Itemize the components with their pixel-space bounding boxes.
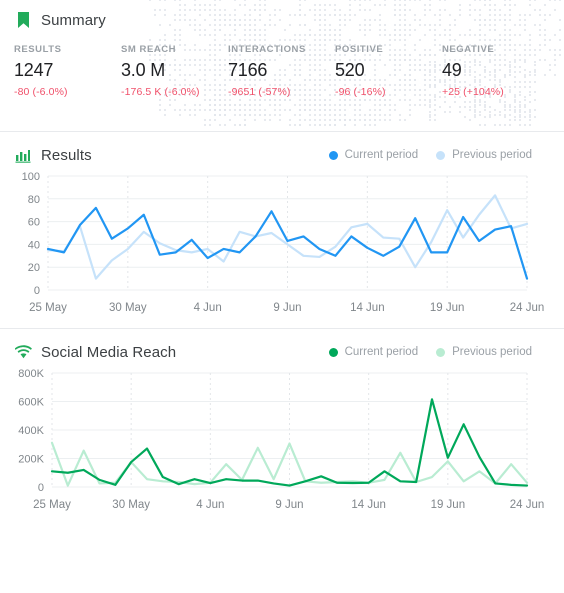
legend-dot-previous (436, 150, 446, 160)
metric-negative: NEGATIVE 49 +25 (+104%) (442, 44, 562, 98)
bar-chart-icon (14, 146, 32, 164)
svg-text:19 Jun: 19 Jun (431, 499, 466, 511)
legend-label-previous: Previous period (452, 149, 532, 161)
reach-header: Social Media Reach Current period Previo… (0, 329, 564, 361)
svg-text:30 May: 30 May (112, 499, 150, 511)
summary-header: Summary (0, 0, 564, 29)
legend-dot-current (328, 150, 338, 160)
legend-item-current[interactable]: Current period (328, 149, 419, 161)
reach-line-chart[interactable]: 0 200K 400K 600K 800K 25 May 30 May 4 Jun 9 Jun 1… (0, 361, 564, 526)
legend-dot-current (328, 347, 338, 357)
svg-text:20: 20 (28, 262, 40, 274)
results-chart-body: 0 20 40 60 80 100 25 May 30 May 4 Jun 9 Jun 14 Jun… (0, 164, 564, 328)
results-legend: Current period Previous period (328, 149, 532, 161)
summary-metrics: RESULTS 1247 -80 (-6.0%) SM REACH 3.0 M … (0, 29, 564, 98)
metric-sm-reach: SM REACH 3.0 M -176.5 K (-6.0%) (121, 44, 228, 98)
metric-label: NEGATIVE (442, 44, 495, 55)
svg-text:4 Jun: 4 Jun (196, 499, 224, 511)
svg-text:14 Jun: 14 Jun (350, 302, 385, 314)
metric-label: INTERACTIONS (228, 44, 306, 55)
svg-text:200K: 200K (18, 454, 44, 466)
svg-text:30 May: 30 May (109, 302, 147, 314)
reach-card: Social Media Reach Current period Previo… (0, 329, 564, 526)
svg-text:9 Jun: 9 Jun (275, 499, 303, 511)
svg-text:60: 60 (28, 217, 40, 229)
metric-label: SM REACH (121, 44, 177, 55)
metric-label: POSITIVE (335, 44, 384, 55)
svg-text:0: 0 (34, 285, 40, 297)
metric-delta: +25 (+104%) (442, 86, 504, 98)
metric-value: 520 (335, 60, 365, 80)
svg-text:80: 80 (28, 194, 40, 206)
svg-text:24 Jun: 24 Jun (510, 302, 545, 314)
svg-text:4 Jun: 4 Jun (194, 302, 222, 314)
svg-text:600K: 600K (18, 397, 44, 409)
dashboard-page: Summary RESULTS 1247 -80 (-6.0%) SM REAC… (0, 0, 564, 593)
svg-text:19 Jun: 19 Jun (430, 302, 465, 314)
svg-text:25 May: 25 May (29, 302, 67, 314)
svg-text:400K: 400K (18, 425, 44, 437)
metric-positive: POSITIVE 520 -96 (-16%) (335, 44, 442, 98)
legend-item-previous[interactable]: Previous period (436, 346, 532, 358)
summary-card: Summary RESULTS 1247 -80 (-6.0%) SM REAC… (0, 0, 564, 131)
reach-chart-body: 0 200K 400K 600K 800K 25 May 30 May 4 Jun 9 Jun 1… (0, 361, 564, 526)
legend-item-current[interactable]: Current period (328, 346, 419, 358)
svg-text:14 Jun: 14 Jun (351, 499, 386, 511)
results-card: Results Current period Previous period 0… (0, 132, 564, 328)
metric-interactions: INTERACTIONS 7166 -9651 (-57%) (228, 44, 335, 98)
svg-text:0: 0 (38, 482, 44, 494)
bookmark-icon (14, 11, 32, 29)
legend-dot-previous (436, 347, 446, 357)
metric-delta: -9651 (-57%) (228, 86, 291, 98)
reach-legend: Current period Previous period (328, 346, 532, 358)
svg-text:800K: 800K (18, 368, 44, 380)
summary-title: Summary (41, 11, 106, 29)
legend-item-previous[interactable]: Previous period (436, 149, 532, 161)
wifi-icon (14, 343, 32, 361)
metric-delta: -80 (-6.0%) (14, 86, 68, 98)
results-header: Results Current period Previous period (0, 132, 564, 164)
svg-text:9 Jun: 9 Jun (273, 302, 301, 314)
results-title: Results (41, 146, 92, 164)
legend-label-previous: Previous period (452, 346, 532, 358)
metric-value: 49 (442, 60, 462, 80)
metric-label: RESULTS (14, 44, 62, 55)
legend-label-current: Current period (344, 149, 419, 161)
svg-text:24 Jun: 24 Jun (510, 499, 545, 511)
svg-text:100: 100 (22, 171, 40, 183)
svg-text:40: 40 (28, 239, 40, 251)
metric-delta: -176.5 K (-6.0%) (121, 86, 200, 98)
svg-text:25 May: 25 May (33, 499, 71, 511)
metric-value: 7166 (228, 60, 268, 80)
metric-results: RESULTS 1247 -80 (-6.0%) (14, 44, 121, 98)
reach-title: Social Media Reach (41, 343, 177, 361)
metric-value: 3.0 M (121, 60, 166, 80)
metric-delta: -96 (-16%) (335, 86, 386, 98)
results-line-chart[interactable]: 0 20 40 60 80 100 25 May 30 May 4 Jun 9 Jun 14 Jun… (0, 164, 564, 328)
metric-value: 1247 (14, 60, 54, 80)
legend-label-current: Current period (344, 346, 419, 358)
